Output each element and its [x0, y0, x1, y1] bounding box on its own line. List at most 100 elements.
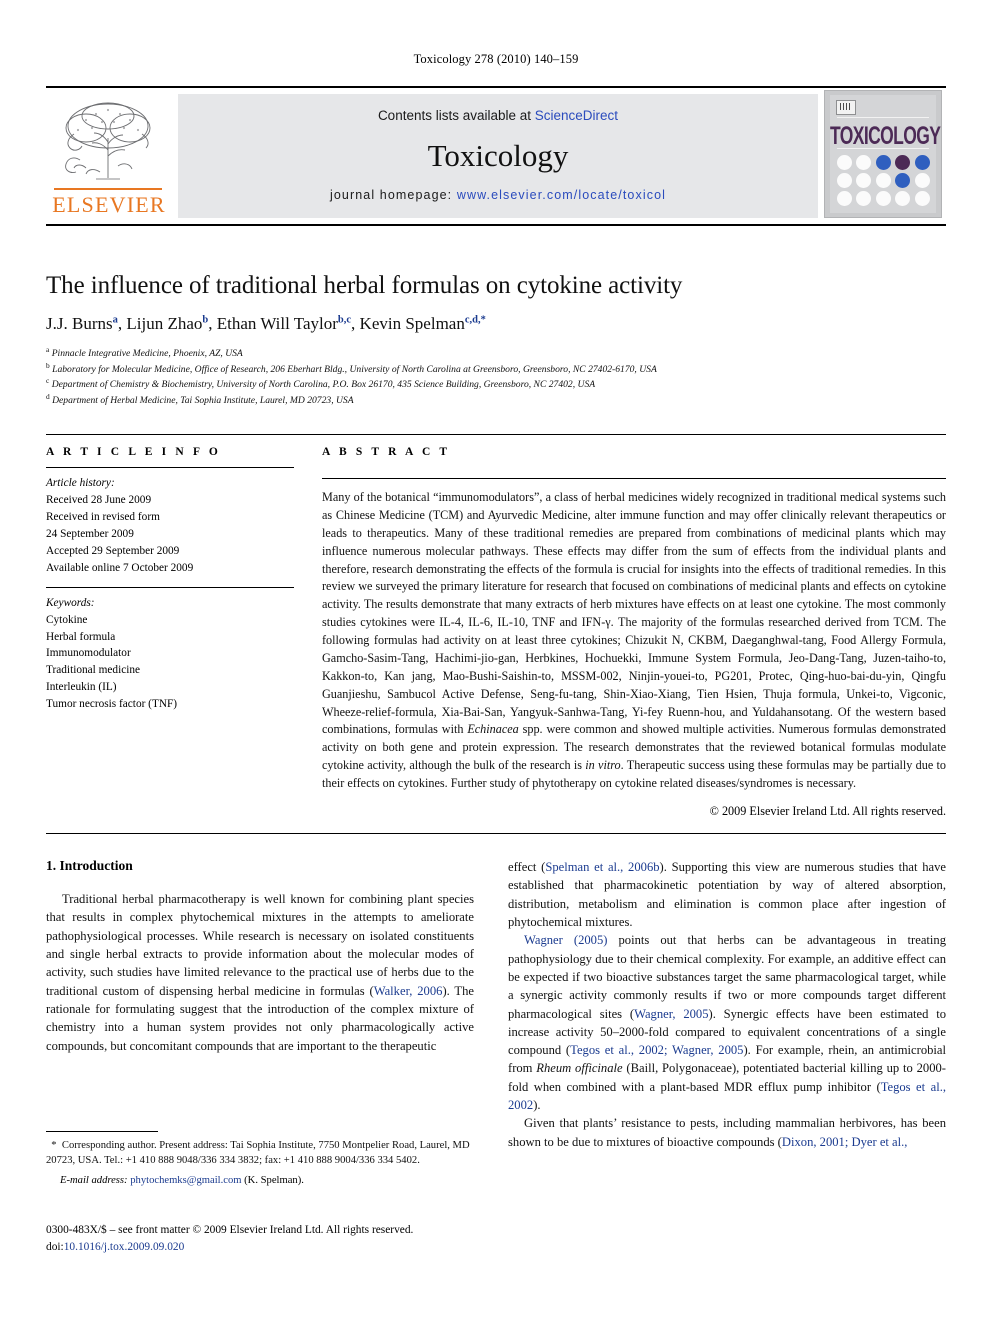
- affiliation-text: Laboratory for Molecular Medicine, Offic…: [52, 363, 657, 375]
- cover-rule-top: [837, 117, 929, 118]
- paragraph-part: ).: [533, 1098, 541, 1113]
- cover-dot: [875, 155, 891, 170]
- cover-rule-bottom: [837, 148, 929, 149]
- contents-prefix: Contents lists available at: [377, 108, 535, 123]
- abstract-label: A B S T R A C T: [322, 446, 451, 458]
- article-info-divider: [46, 467, 294, 468]
- keyword-item: Tumor necrosis factor (TNF): [46, 698, 178, 711]
- article-history-heading: Article history:: [46, 477, 115, 489]
- author-name: Ethan Will Taylor: [216, 313, 338, 333]
- citation-link[interactable]: Walker, 2006: [374, 984, 443, 998]
- affiliation-marker: c: [46, 376, 50, 386]
- keywords-block: Keywords: Cytokine Herbal formula Immuno…: [46, 586, 294, 714]
- citation-link[interactable]: Wagner, 2005: [634, 1007, 708, 1021]
- cover-dot: [856, 155, 872, 170]
- citation-link[interactable]: Wagner (2005): [524, 933, 607, 947]
- homepage-label: journal homepage:: [330, 188, 453, 202]
- cover-dot: [895, 173, 911, 188]
- affiliation-item: c Department of Chemistry & Biochemistry…: [46, 376, 946, 392]
- issn-line: 0300-483X/$ – see front matter © 2009 El…: [46, 1224, 414, 1236]
- affiliation-marker: d: [46, 392, 50, 402]
- citation-link[interactable]: Tegos et al., 2002;: [570, 1043, 667, 1057]
- citation-link[interactable]: Dixon, 2001;: [782, 1135, 848, 1149]
- cover-dot: [895, 191, 911, 206]
- affiliation-text: Department of Herbal Medicine, Tai Sophi…: [52, 395, 354, 407]
- abstract-part: Many of the botanical “immunomodulators”…: [322, 490, 946, 737]
- corresponding-author-note: * Corresponding author. Present address:…: [46, 1138, 474, 1169]
- author-affil-marker[interactable]: c,d,*: [465, 314, 486, 325]
- corresponding-author-text: Corresponding author. Present address: T…: [46, 1140, 470, 1167]
- homepage-url-link[interactable]: www.elsevier.com/locate/toxicol: [457, 188, 666, 202]
- cover-dot: [914, 155, 930, 170]
- keyword-item: Herbal formula: [46, 630, 116, 643]
- affiliation-marker: a: [46, 344, 50, 354]
- body-section-rule: [46, 833, 946, 834]
- cover-dot: [875, 191, 891, 206]
- body-column-right: effect (Spelman et al., 2006b). Supporti…: [508, 858, 946, 1151]
- paragraph-part: Traditional herbal pharmacotherapy is we…: [46, 892, 474, 998]
- article-title: The influence of traditional herbal form…: [46, 272, 683, 299]
- author-affil-marker[interactable]: b: [202, 314, 208, 325]
- abstract-copyright: © 2009 Elsevier Ireland Ltd. All rights …: [709, 803, 946, 818]
- article-info-label: A R T I C L E I N F O: [46, 446, 221, 458]
- cover-inner: TOXICOLOGY: [830, 95, 941, 213]
- keyword-item: Cytokine: [46, 613, 88, 626]
- sciencedirect-link[interactable]: ScienceDirect: [535, 108, 618, 123]
- species-name-rheum: Rheum officinale: [536, 1061, 623, 1076]
- running-head: Toxicology 278 (2010) 140–159: [413, 52, 579, 66]
- elsevier-tree-icon: [65, 102, 151, 180]
- keyword-item: Immunomodulator: [46, 647, 131, 660]
- elsevier-wordmark: ELSEVIER: [52, 192, 166, 217]
- journal-cover-thumbnail[interactable]: TOXICOLOGY: [824, 90, 942, 218]
- article-info-panel: A R T I C L E I N F O Article history: R…: [46, 446, 294, 713]
- affiliation-marker: b: [46, 360, 50, 370]
- email-link[interactable]: phytochemks@gmail.com: [130, 1175, 241, 1186]
- email-owner: (K. Spelman).: [244, 1174, 304, 1186]
- affiliation-item: b Laboratory for Molecular Medicine, Off…: [46, 361, 946, 377]
- body-paragraph: effect (Spelman et al., 2006b). Supporti…: [508, 858, 946, 931]
- elsevier-logo: ELSEVIER: [48, 96, 170, 220]
- cover-dot-grid: [837, 155, 931, 206]
- abstract-divider: [322, 478, 946, 479]
- cover-title: TOXICOLOGY: [830, 121, 941, 150]
- doi-link[interactable]: 10.1016/j.tox.2009.09.020: [64, 1241, 185, 1253]
- author-name: Lijun Zhao: [126, 313, 203, 333]
- cover-dot: [837, 191, 852, 206]
- article-history-item: 24 September 2009: [46, 527, 134, 540]
- keywords-divider: [46, 586, 294, 588]
- cover-dot: [895, 155, 911, 170]
- cover-dot: [856, 191, 872, 206]
- citation-link[interactable]: Dyer et al.,: [852, 1135, 908, 1149]
- body-paragraph: Traditional herbal pharmacotherapy is we…: [46, 890, 474, 1055]
- journal-homepage-line: journal homepage: www.elsevier.com/locat…: [178, 188, 818, 202]
- doi-label: doi:: [46, 1241, 64, 1254]
- article-history-item: Received in revised form: [46, 510, 160, 523]
- abstract-italic-invitro: in vitro: [585, 758, 621, 773]
- cover-dot: [837, 173, 852, 188]
- abstract-panel: A B S T R A C T Many of the botanical “i…: [322, 446, 946, 819]
- cover-dot: [837, 155, 852, 170]
- author-affil-marker[interactable]: b,c: [338, 314, 351, 325]
- affiliation-text: Department of Chemistry & Biochemistry, …: [51, 379, 596, 391]
- article-history-item: Received 28 June 2009: [46, 493, 152, 506]
- article-history-item: Available online 7 October 2009: [46, 561, 194, 574]
- affiliation-item: a Pinnacle Integrative Medicine, Phoenix…: [46, 345, 946, 361]
- keyword-item: Interleukin (IL): [46, 681, 117, 694]
- author-affil-marker[interactable]: a: [113, 314, 118, 325]
- citation-link[interactable]: Wagner, 2005: [672, 1043, 743, 1057]
- masthead-bottom-rule: [46, 224, 946, 226]
- journal-band: Contents lists available at ScienceDirec…: [178, 94, 818, 218]
- footnote-rule: [46, 1131, 158, 1132]
- cover-publisher-mini-logo-icon: [836, 100, 856, 115]
- paragraph-part: effect (: [508, 860, 546, 874]
- author-name: J.J. Burns: [46, 313, 113, 333]
- author-name: Kevin Spelman: [359, 313, 465, 333]
- body-paragraph: Wagner (2005) points out that herbs can …: [508, 931, 946, 1114]
- body-column-left: 1. Introduction Traditional herbal pharm…: [46, 858, 474, 1055]
- citation-link[interactable]: Spelman et al., 2006b: [545, 860, 659, 874]
- abstract-italic-echinacea: Echinacea: [467, 722, 519, 737]
- doi-line: doi:10.1016/j.tox.2009.09.020: [46, 1239, 506, 1256]
- journal-title: Toxicology: [427, 138, 569, 173]
- affiliation-list: a Pinnacle Integrative Medicine, Phoenix…: [46, 345, 946, 408]
- introduction-heading: 1. Introduction: [46, 858, 133, 873]
